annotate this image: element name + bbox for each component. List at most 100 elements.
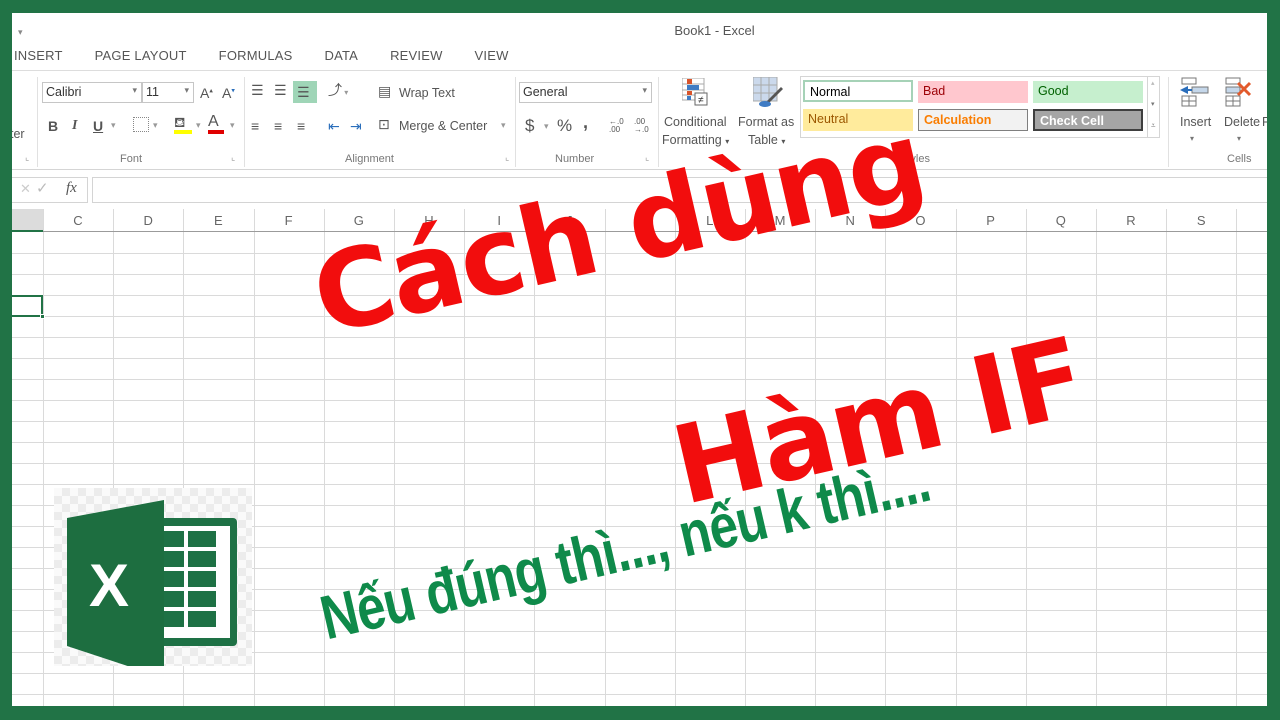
tab-formulas[interactable]: FORMULAS — [219, 48, 293, 63]
fill-handle[interactable] — [40, 314, 45, 319]
column-header-p[interactable]: P — [956, 213, 1026, 228]
font-name-dropdown[interactable]: Calibri ▾ — [42, 82, 142, 103]
italic-button[interactable]: I — [72, 119, 77, 133]
tab-data[interactable]: DATA — [325, 48, 359, 63]
tab-review[interactable]: REVIEW — [390, 48, 442, 63]
bold-button[interactable]: B — [48, 119, 58, 133]
excel-logo-letter: X — [89, 552, 129, 619]
borders-icon[interactable] — [133, 117, 149, 132]
chevron-down-icon: ▾ — [184, 85, 189, 95]
style-bad[interactable]: Bad — [918, 81, 1028, 103]
currency-button[interactable]: $ — [525, 117, 534, 134]
borders-dropdown-icon[interactable]: ▾ — [153, 121, 158, 130]
decrease-decimal-button[interactable]: .00 →.0 — [634, 118, 652, 134]
fill-color-icon[interactable]: ⛾ — [174, 115, 192, 134]
increase-decimal-button[interactable]: ←.0 .00 — [609, 118, 627, 134]
align-right-icon[interactable]: ≡ — [297, 119, 305, 133]
gallery-more-icon[interactable]: ⩡ — [1151, 122, 1156, 130]
style-normal[interactable]: Normal — [803, 80, 913, 102]
group-separator — [244, 77, 245, 167]
column-header-s[interactable]: S — [1166, 213, 1236, 228]
wrap-text-icon[interactable]: ▤ — [378, 84, 391, 98]
merge-center-icon[interactable]: ⊡ — [378, 117, 390, 131]
formula-buttons-box — [12, 177, 88, 203]
delete-label: Delete — [1224, 115, 1261, 129]
delete-dropdown-icon: ▾ — [1237, 134, 1242, 143]
clipboard-dialog-launcher-icon[interactable]: ⌞ — [25, 153, 29, 162]
row-gridline — [12, 463, 1267, 464]
middle-align-icon[interactable]: ☰ — [274, 83, 287, 97]
column-header-f[interactable]: F — [254, 213, 324, 228]
selected-cell[interactable] — [12, 295, 45, 319]
row-gridline — [12, 295, 1267, 296]
font-size-value: 11 — [146, 85, 159, 99]
conditional-formatting-icon: ≠ — [681, 77, 708, 106]
increase-indent-icon[interactable]: ⇥ — [350, 119, 362, 133]
excel-logo-icon: X — [67, 500, 237, 666]
number-format-dropdown[interactable]: General ▾ — [519, 82, 652, 103]
column-header-e[interactable]: E — [183, 213, 253, 228]
row-gridline — [12, 694, 1267, 695]
tab-view[interactable]: VIEW — [475, 48, 509, 63]
font-size-dropdown[interactable]: 11 ▾ — [142, 82, 194, 103]
gallery-down-icon[interactable]: ▾ — [1151, 101, 1155, 108]
chevron-down-icon: ▾ — [642, 85, 647, 95]
top-align-icon[interactable]: ☰ — [251, 83, 264, 97]
chevron-down-icon: ▾ — [132, 85, 137, 95]
comma-style-button[interactable]: , — [583, 113, 588, 131]
align-left-icon[interactable]: ≡ — [251, 119, 259, 133]
column-header-d[interactable]: D — [113, 213, 183, 228]
tab-page-layout[interactable]: PAGE LAYOUT — [95, 48, 187, 63]
column-header-b-partial[interactable] — [12, 209, 43, 232]
row-gridline — [12, 442, 1267, 443]
column-header-r[interactable]: R — [1096, 213, 1166, 228]
delete-cells-icon — [1222, 77, 1254, 107]
decrease-font-size-icon[interactable]: A▾ — [222, 86, 235, 100]
number-format-value: General — [523, 85, 568, 99]
align-center-icon[interactable]: ≡ — [274, 119, 282, 133]
format-cells-partial-label[interactable]: F — [1262, 115, 1267, 129]
row-gridline — [12, 337, 1267, 338]
font-color-icon[interactable]: A — [208, 114, 224, 134]
currency-dropdown-icon[interactable]: ▾ — [544, 122, 549, 131]
column-header-c[interactable]: C — [43, 213, 113, 228]
window-title: Book1 - Excel — [674, 23, 755, 38]
bottom-align-icon[interactable]: ☰ — [293, 81, 317, 103]
row-gridline — [12, 484, 1267, 485]
conditional-formatting-label-1: Conditional — [664, 115, 727, 129]
percent-button[interactable]: % — [557, 117, 572, 134]
column-header-q[interactable]: Q — [1026, 213, 1096, 228]
fill-color-dropdown-icon[interactable]: ▾ — [196, 121, 201, 130]
column-header-t[interactable]: T — [1236, 213, 1267, 228]
style-good[interactable]: Good — [1033, 81, 1143, 103]
format-as-table-icon — [752, 76, 783, 107]
underline-dropdown-icon[interactable]: ▾ — [111, 121, 116, 130]
merge-center-button[interactable]: Merge & Center — [399, 119, 487, 133]
styles-gallery-scroll[interactable]: ▴ ▾ ⩡ — [1147, 76, 1160, 138]
group-separator — [515, 77, 516, 167]
font-group-label: Font — [120, 153, 143, 165]
insert-dropdown-icon: ▾ — [1190, 134, 1195, 143]
merge-dropdown-icon[interactable]: ▾ — [501, 121, 506, 130]
ribbon-tabs: INSERT PAGE LAYOUT FORMULAS DATA REVIEW … — [14, 48, 541, 63]
style-calculation[interactable]: Calculation — [918, 109, 1028, 131]
underline-button[interactable]: U — [93, 119, 103, 133]
font-name-value: Calibri — [46, 85, 82, 99]
wrap-text-button[interactable]: Wrap Text — [399, 86, 455, 100]
clipboard-format-painter-label[interactable]: ter — [12, 127, 25, 141]
alignment-dialog-launcher-icon[interactable]: ⌞ — [505, 153, 509, 162]
font-color-dropdown-icon[interactable]: ▾ — [230, 121, 235, 130]
style-check-cell[interactable]: Check Cell — [1033, 109, 1143, 131]
gallery-up-icon[interactable]: ▴ — [1151, 80, 1155, 87]
font-dialog-launcher-icon[interactable]: ⌞ — [231, 153, 235, 162]
number-group-label: Number — [555, 153, 595, 165]
row-gridline — [12, 673, 1267, 674]
svg-text:≠: ≠ — [698, 95, 704, 106]
decrease-indent-icon[interactable]: ⇤ — [328, 119, 340, 133]
ribbon: ter ⌞ Calibri ▾ 11 ▾ A▴ A▾ B I U ▾ ▾ ⛾ ▾… — [12, 70, 1267, 170]
increase-font-size-icon[interactable]: A▴ — [200, 86, 213, 100]
tab-insert[interactable]: INSERT — [14, 48, 63, 63]
orientation-icon[interactable]: ⤴ ▾ — [328, 83, 348, 97]
row-gridline — [12, 358, 1267, 359]
cells-group-label: Cells — [1227, 153, 1252, 165]
